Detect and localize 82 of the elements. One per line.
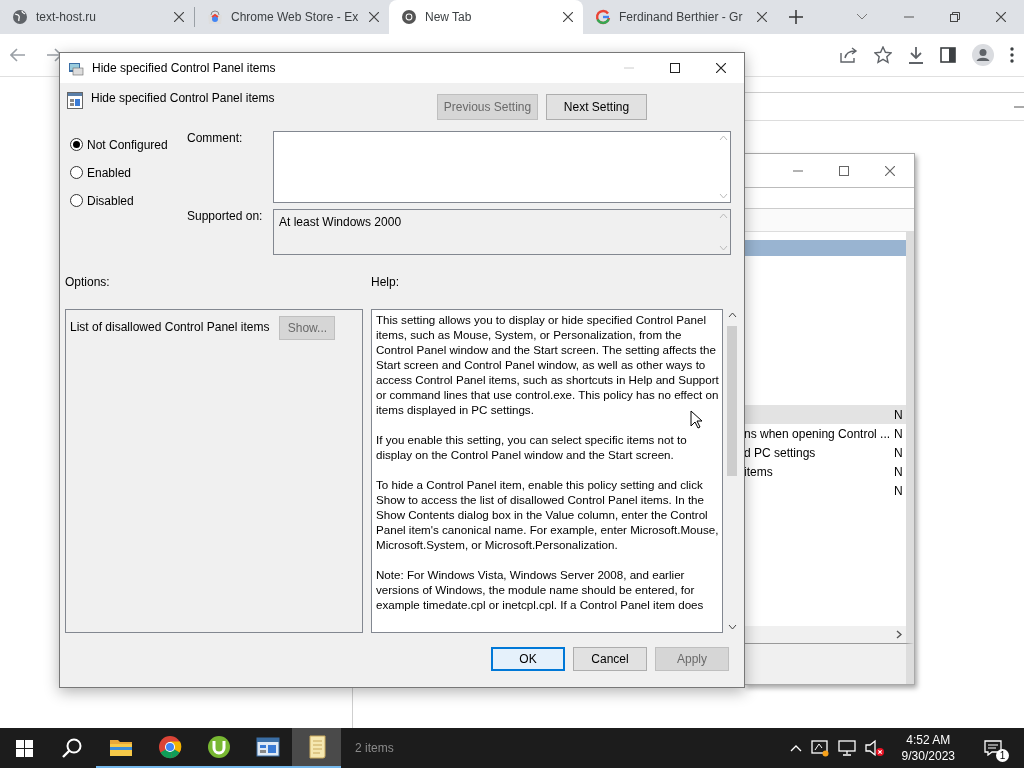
notification-icon[interactable] [984,740,1002,756]
google-icon [595,9,611,25]
radio-button[interactable] [70,166,83,179]
help-paragraph: To hide a Control Panel item, enable this policy setting and click Show to access the list of disallowed Control Panel items. In the Show Contents dialog box in the Value column, enter the Control Panel item's canonical name. For example, enter Microsoft.Mouse, Microsoft.System, or Microsoft.Personalization. [376,477,719,552]
option-label: List of disallowed Control Panel items [70,320,270,334]
radio-label: Enabled [87,165,132,180]
browser-tab[interactable]: Ferdinand Berthier - Gr [583,0,777,34]
close-icon[interactable] [716,63,726,73]
torrent-icon[interactable] [206,735,231,759]
supported-field: At least Windows 2000 [273,209,731,255]
radio-label: Disabled [87,193,134,208]
policy-state: N [894,445,904,460]
setting-icon [67,91,83,109]
menu-icon[interactable] [1010,47,1014,63]
close-icon[interactable] [174,12,184,22]
clock-date[interactable]: 9/30/2023 [901,748,955,764]
scrollbar-thumb[interactable] [727,326,737,476]
cursor-icon [690,410,703,429]
close-icon[interactable] [757,12,767,22]
setting-name: Hide specified Control Panel items [91,91,275,105]
policy-name: d PC settings [744,445,817,460]
back-icon[interactable] [10,48,26,62]
scroll-down-icon[interactable] [727,624,737,630]
help-label: Help: [371,275,400,289]
side-panel-icon[interactable] [940,47,956,63]
volume-muted-icon[interactable] [864,739,885,757]
close-icon[interactable] [369,12,379,22]
windows-icon [15,739,33,757]
taskbar-app[interactable] [292,728,341,768]
options-label: Options: [65,275,111,289]
maximize-icon[interactable] [670,63,680,73]
dialog-button[interactable]: OK [491,647,565,671]
search-icon [62,738,82,758]
forward-icon[interactable] [46,48,62,62]
policy-name: ns when opening Control ... [744,426,892,441]
network-icon[interactable] [837,740,856,756]
dialog-button[interactable]: Cancel [573,647,647,671]
folder-icon[interactable] [109,738,132,756]
help-paragraph: If you enable this setting, you can select specific items not to display on the Control Panel window and the Start screen. [376,432,688,462]
radio-button[interactable] [70,194,83,207]
list-row[interactable]: N [744,405,906,424]
browser-tab[interactable]: text-host.ru [0,0,194,34]
scroll-up-icon[interactable] [727,312,737,318]
status-text: 2 items [355,741,394,755]
policy-state: N [894,407,904,422]
dialog-button[interactable]: Next Setting [546,94,647,120]
new-tab-icon[interactable] [789,10,803,24]
store-icon [207,9,223,25]
list-row[interactable]: N [744,481,906,500]
policy-state: N [894,464,904,479]
browser-tab[interactable]: New Tab [389,0,583,34]
help-paragraph: This setting allows you to display or hide specified Control Panel items, such as Mouse, System, or Personalization, from the Control Panel window and the Start screen. The setting affects the Start screen and Control Panel window, as well as other ways to access Control Panel items, such as shortcuts in Help and Support or command lines that use control.exe. This policy has no effect on items displayed in PC settings. [376,312,719,417]
list-row[interactable]: ns when opening Control ... N [744,424,906,443]
chevron-up-icon[interactable] [789,744,802,752]
radio-button[interactable] [70,138,83,151]
browser-tab[interactable]: Chrome Web Store - Ex [195,0,389,34]
notepad-icon[interactable] [306,735,327,759]
share-icon[interactable] [840,47,858,63]
close-icon[interactable] [996,12,1006,22]
policy-state: N [894,483,904,498]
policy-icon [68,60,84,76]
star-icon[interactable] [874,46,892,64]
comment-label: Comment: [187,131,244,147]
radio-label: Not Configured [87,137,168,152]
profile-icon[interactable] [972,44,994,66]
close-icon[interactable] [563,12,573,22]
notification-count: 1 [996,749,1009,762]
browser-icon[interactable] [157,735,182,759]
supported-label: Supported on: [187,209,264,225]
list-row[interactable]: items N [744,462,906,481]
restore-icon[interactable] [950,12,960,22]
dialog-title: Hide specified Control Panel items [92,61,277,75]
scroll-right-icon[interactable] [896,630,902,639]
list-row[interactable]: d PC settings N [744,443,906,462]
policy-editor-icon[interactable] [255,736,280,758]
help-paragraph: Note: For Windows Vista, Windows Server 2008, and earlier versions of Windows, the module name should be entered, for example timedate.cpl or inetcpl.cpl. If a Control Panel item does [376,567,705,612]
globe-icon [12,9,28,25]
policy-name: items [744,464,774,479]
download-icon[interactable] [908,46,924,64]
clock-time[interactable]: 4:52 AM [906,732,951,748]
chevron-down-icon[interactable] [856,13,868,21]
policy-state: N [894,426,904,441]
